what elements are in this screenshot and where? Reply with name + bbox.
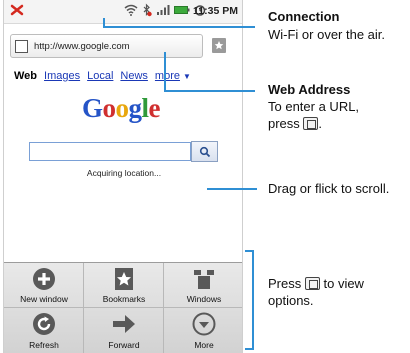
scroll-callout-text: Drag or flick to scroll.: [268, 181, 390, 196]
bookmark-star-icon: [115, 268, 133, 290]
url-text[interactable]: http://www.google.com: [34, 41, 130, 52]
search-icon: [199, 146, 210, 157]
url-bar[interactable]: http://www.google.com: [10, 34, 203, 58]
menu-item-refresh[interactable]: Refresh: [4, 308, 84, 353]
callout-line-options: [245, 348, 254, 350]
web-address-callout-line1: To enter a URL,: [268, 99, 360, 114]
missed-call-icon: [10, 4, 24, 16]
phone-screen: 11:35 PM http://www.google.com Web Images…: [3, 0, 243, 353]
search-type-nav: Web Images Local News more ▼: [14, 70, 198, 82]
menu-item-label: Bookmarks: [102, 294, 146, 304]
clock: 11:35 PM: [193, 5, 238, 17]
callout-line-connection: [103, 18, 105, 27]
callout-line-options: [252, 250, 254, 350]
menu-key-icon: [303, 117, 319, 130]
menu-item-label: Windows: [186, 294, 222, 304]
search-button[interactable]: [191, 141, 218, 162]
refresh-icon: [33, 313, 55, 335]
callout-line-web-address: [164, 90, 255, 92]
callout-line-web-address: [164, 52, 166, 92]
menu-item-new-window[interactable]: New window: [4, 263, 84, 308]
bluetooth-muted-icon: [143, 3, 152, 17]
options-menu: New window Bookmarks Windows Refresh For…: [4, 262, 242, 353]
connection-callout-text: Wi-Fi or over the air.: [268, 27, 386, 42]
tab-more[interactable]: more: [155, 70, 180, 82]
menu-item-label: New window: [20, 294, 68, 304]
menu-item-more[interactable]: More: [164, 308, 242, 353]
chevron-down-circle-icon: [192, 312, 216, 336]
menu-item-forward[interactable]: Forward: [84, 308, 164, 353]
search-input[interactable]: [29, 142, 191, 161]
web-address-callout-title: Web Address: [268, 82, 351, 97]
callout-line-options: [245, 250, 254, 252]
menu-item-label: Refresh: [29, 340, 59, 350]
tab-local[interactable]: Local: [87, 70, 113, 82]
menu-key-icon: [304, 277, 320, 290]
forward-arrow-icon: [113, 315, 135, 333]
location-status: Acquiring location...: [86, 168, 162, 178]
callout-line-connection: [103, 26, 255, 28]
plus-circle-icon: [33, 268, 55, 290]
options-callout-line1: Press to view: [268, 276, 364, 291]
battery-icon: [174, 6, 190, 14]
signal-strength-icon: [157, 5, 170, 15]
google-logo: Google: [82, 93, 161, 123]
tab-news[interactable]: News: [120, 70, 148, 82]
bookmark-star-icon[interactable]: [212, 38, 226, 53]
wifi-icon: [124, 4, 138, 16]
menu-item-label: More: [194, 340, 214, 350]
menu-item-windows[interactable]: Windows: [164, 263, 242, 308]
tab-web[interactable]: Web: [14, 70, 37, 82]
connection-callout-title: Connection: [268, 9, 340, 24]
options-callout-line2: options.: [268, 293, 314, 308]
callout-line-scroll: [207, 188, 257, 190]
menu-item-label: Forward: [108, 340, 140, 350]
status-bar: 11:35 PM: [4, 0, 242, 24]
chevron-down-icon[interactable]: ▼: [183, 72, 191, 81]
tab-images[interactable]: Images: [44, 70, 80, 82]
menu-item-bookmarks[interactable]: Bookmarks: [84, 263, 164, 308]
google-favicon-icon: [15, 40, 28, 53]
windows-icon: [194, 270, 214, 289]
web-address-callout-line2: press .: [268, 116, 323, 131]
